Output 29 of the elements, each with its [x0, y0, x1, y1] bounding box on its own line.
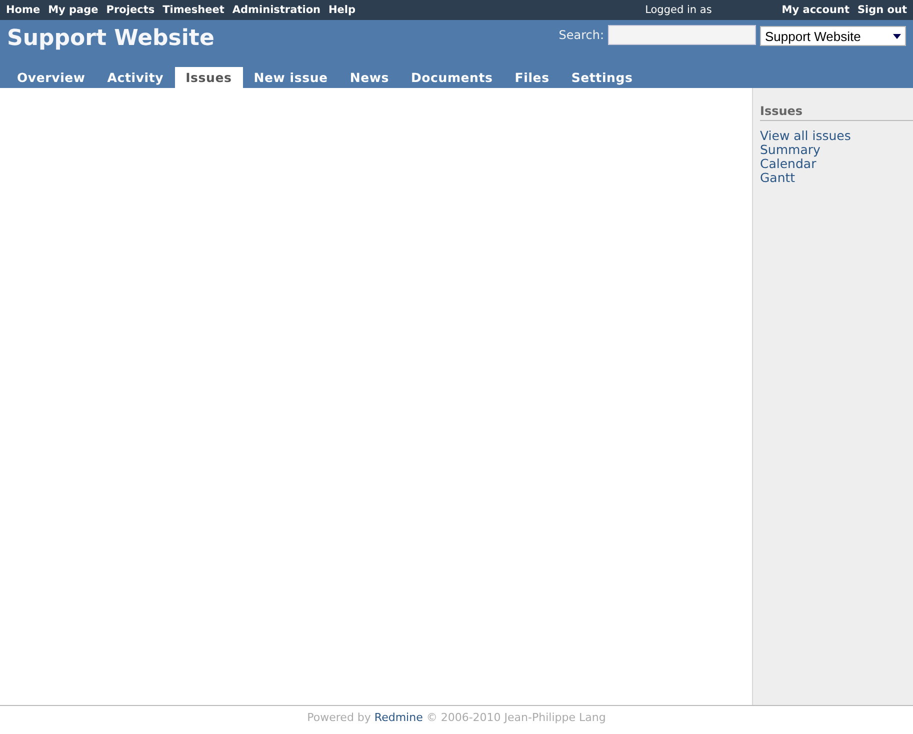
top-menu-link[interactable]: Home	[6, 4, 40, 16]
account-menu-link[interactable]: Sign out	[857, 4, 907, 16]
top-menu-link[interactable]: Administration	[232, 4, 321, 16]
footer-link[interactable]: Redmine	[374, 711, 423, 724]
account-menu-link[interactable]: My account	[782, 4, 850, 16]
project-title: Support Website	[7, 26, 216, 51]
top-menu-link[interactable]: Timesheet	[162, 4, 224, 16]
logged-in-text: Logged in as	[645, 4, 712, 16]
tab[interactable]: Issues	[174, 67, 243, 88]
sidebar-link[interactable]: Gantt	[760, 171, 796, 185]
sidebar-link[interactable]: Summary	[760, 143, 820, 157]
caret-icon	[893, 34, 901, 38]
tab[interactable]: Documents	[400, 67, 504, 88]
top-menu-link[interactable]: Projects	[106, 4, 155, 16]
top-menu-link[interactable]: Help	[328, 4, 356, 16]
tab[interactable]: News	[338, 67, 400, 88]
project-select[interactable]: Support Website	[760, 26, 906, 46]
search-field[interactable]	[608, 25, 756, 45]
tab[interactable]: New issue	[242, 67, 339, 88]
top-menu-link[interactable]: My page	[48, 4, 98, 16]
sidebar-link[interactable]: View all issues	[760, 129, 851, 143]
tab[interactable]: Activity	[96, 67, 175, 88]
footer-text: Powered by Redmine © 2006-2010 Jean-Philippe Lang	[307, 711, 606, 724]
sidebar-heading: Issues	[760, 104, 913, 121]
tab[interactable]: Overview	[6, 67, 96, 88]
tab[interactable]: Files	[504, 67, 560, 88]
tab[interactable]: Settings	[560, 67, 644, 88]
search-label: Search:	[558, 28, 604, 42]
sidebar-link[interactable]: Calendar	[760, 157, 816, 171]
